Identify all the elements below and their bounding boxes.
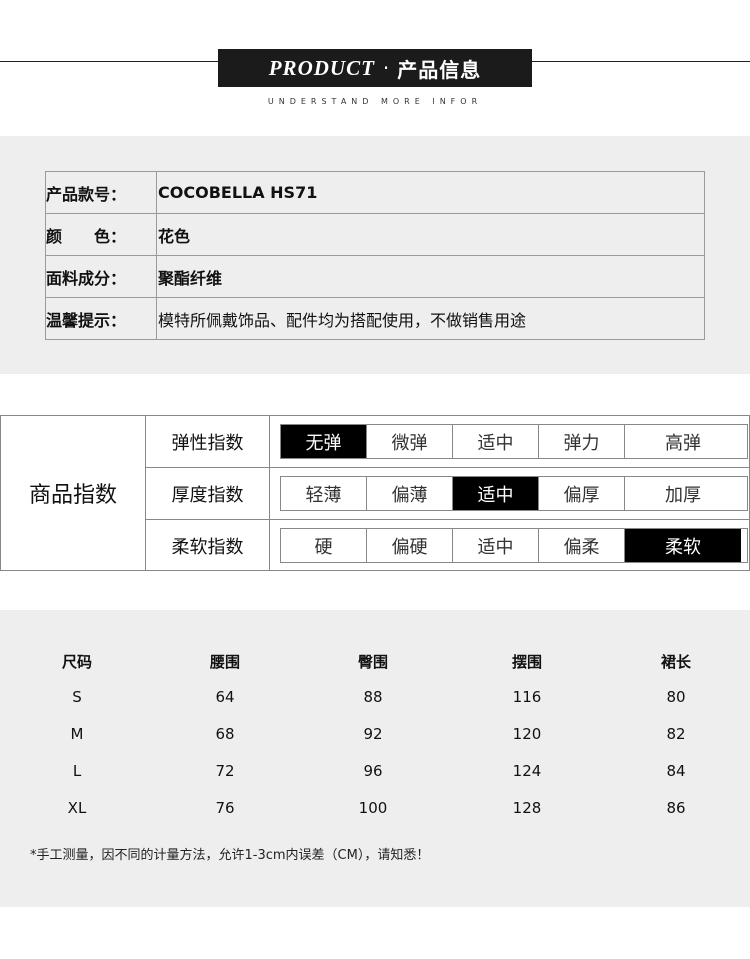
measurement-note: *手工测量，因不同的计量方法，允许1-3cm内误差（CM），请知悉！	[30, 848, 430, 863]
thickness-row: 厚度指数 轻薄 偏薄 适中 偏厚 加厚	[146, 468, 750, 519]
size-cell: 72	[215, 762, 235, 780]
option-cell: 硬	[281, 529, 367, 562]
info-value: 模特所佩戴饰品、配件均为搭配使用，不做销售用途	[156, 297, 705, 340]
size-header-cell: 腰围	[209, 653, 240, 671]
info-row: 颜 色： 花色	[45, 213, 705, 256]
option-cell: 偏柔	[539, 529, 625, 562]
size-cell: 120	[512, 725, 542, 743]
info-table: 产品款号： COCOBELLA HS71 颜 色： 花色 面料成分： 聚酯纤维 …	[45, 171, 705, 340]
softness-options: 硬 偏硬 适中 偏柔 柔软	[280, 528, 748, 563]
size-row: L 72 96 124 84	[0, 762, 750, 792]
header-separator: ·	[382, 56, 390, 80]
option-cell: 柔软	[625, 529, 741, 562]
elasticity-row: 弹性指数 无弹 微弹 适中 弹力 高弹	[146, 416, 750, 467]
size-header-cell: 尺码	[61, 653, 92, 671]
option-cell: 偏薄	[367, 477, 453, 510]
info-value: 聚酯纤维	[156, 255, 705, 298]
size-header-cell: 裙长	[660, 653, 691, 671]
header-banner: PRODUCT · 产品信息	[218, 49, 532, 87]
size-cell: 76	[215, 799, 235, 817]
size-header-cell: 臀围	[357, 653, 388, 671]
option-cell: 弹力	[539, 425, 625, 458]
info-key: 颜 色：	[45, 213, 157, 256]
size-header-row: 尺码 腰围 臀围 摆围 裙长	[0, 651, 750, 681]
size-cell: 86	[666, 799, 686, 817]
size-cell: 84	[666, 762, 686, 780]
size-row: M 68 92 120 82	[0, 725, 750, 755]
info-key: 温馨提示：	[45, 297, 157, 340]
elasticity-label: 弹性指数	[146, 416, 270, 467]
size-cell: M	[70, 725, 84, 743]
header-title-en: PRODUCT	[268, 55, 375, 80]
info-key: 面料成分：	[45, 255, 157, 298]
size-cell: 96	[363, 762, 383, 780]
size-row: S 64 88 116 80	[0, 688, 750, 718]
info-key: 产品款号：	[45, 171, 157, 214]
size-cell: 68	[215, 725, 235, 743]
size-cell: 128	[512, 799, 542, 817]
size-cell: L	[72, 762, 82, 780]
option-cell: 加厚	[665, 484, 701, 506]
option-cell: 适中	[453, 529, 539, 562]
info-row: 温馨提示： 模特所佩戴饰品、配件均为搭配使用，不做销售用途	[45, 297, 705, 340]
info-value: COCOBELLA HS71	[156, 171, 705, 214]
size-cell: XL	[67, 799, 87, 817]
option-cell: 偏硬	[367, 529, 453, 562]
size-cell: 100	[358, 799, 388, 817]
option-cell: 轻薄	[281, 477, 367, 510]
option-cell: 偏厚	[539, 477, 625, 510]
size-cell: 124	[512, 762, 542, 780]
info-row: 产品款号： COCOBELLA HS71	[45, 171, 705, 214]
option-cell: 无弹	[281, 425, 367, 458]
header-subtitle: UNDERSTAND MORE INFOR	[267, 97, 483, 106]
size-cell: S	[72, 688, 82, 706]
product-index-panel: 商品指数 弹性指数 无弹 微弹 适中 弹力 高弹 厚度指数 轻薄 偏薄 适中 偏…	[0, 415, 750, 571]
size-cell: 92	[363, 725, 383, 743]
elasticity-options: 无弹 微弹 适中 弹力 高弹	[280, 424, 748, 459]
size-cell: 88	[363, 688, 383, 706]
info-row: 面料成分： 聚酯纤维	[45, 255, 705, 298]
size-row: XL 76 100 128 86	[0, 799, 750, 829]
softness-label: 柔软指数	[146, 520, 270, 571]
thickness-options: 轻薄 偏薄 适中 偏厚 加厚	[280, 476, 748, 511]
product-index-title: 商品指数	[1, 416, 146, 570]
size-cell: 82	[666, 725, 686, 743]
option-cell: 适中	[453, 425, 539, 458]
header-title-cn: 产品信息	[397, 57, 482, 82]
size-header-cell: 摆围	[511, 653, 542, 671]
info-value: 花色	[156, 213, 705, 256]
size-cell: 80	[666, 688, 686, 706]
option-cell: 适中	[453, 477, 539, 510]
option-cell: 微弹	[367, 425, 453, 458]
size-cell: 64	[215, 688, 235, 706]
thickness-label: 厚度指数	[146, 468, 270, 519]
option-cell: 高弹	[665, 432, 701, 454]
size-cell: 116	[512, 688, 542, 706]
softness-row: 柔软指数 硬 偏硬 适中 偏柔 柔软	[146, 520, 750, 571]
